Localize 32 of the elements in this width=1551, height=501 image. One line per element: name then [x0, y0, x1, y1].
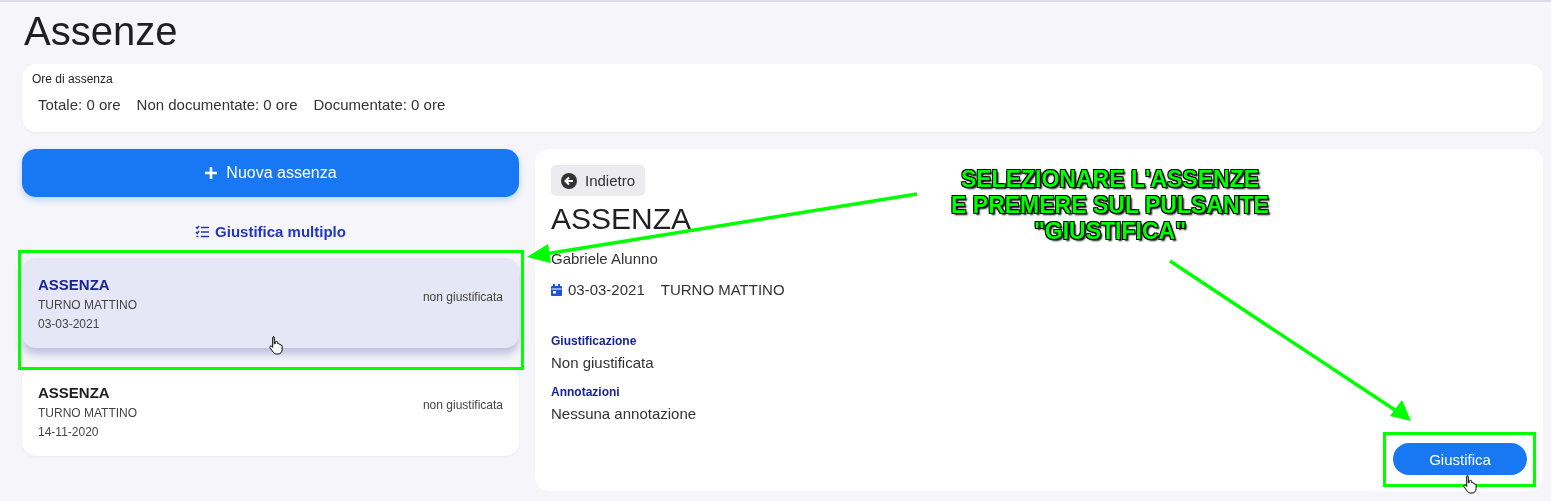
- checklist-icon: [195, 225, 210, 238]
- absence-status: non giustificata: [422, 290, 503, 304]
- absence-status: non giustificata: [422, 398, 503, 412]
- annotation-text: SELEZIONARE L'ASSENZE E PREMERE SUL PULSANTE "GIUSTIFICA": [950, 166, 1270, 244]
- detail-title: ASSENZA: [551, 202, 692, 236]
- detail-date: 03-03-2021: [568, 281, 645, 298]
- page-title: Assenze: [24, 8, 179, 55]
- back-button[interactable]: Indietro: [551, 165, 646, 196]
- section-label: Annotazioni: [551, 385, 620, 399]
- absence-title: ASSENZA: [38, 275, 111, 293]
- section-label: Giustificazione: [551, 334, 637, 348]
- absence-title: ASSENZA: [38, 383, 111, 401]
- section-value: Non giustificata: [551, 354, 654, 371]
- absence-card[interactable]: ASSENZA TURNO MATTINO 14-11-2020 non giustificata: [22, 366, 519, 456]
- hand-cursor-icon: [268, 335, 284, 355]
- absence-date: 03-03-2021: [38, 316, 101, 331]
- summary-item: Non documentate: 0 ore: [136, 96, 298, 113]
- absence-card[interactable]: ASSENZA TURNO MATTINO 03-03-2021 non giustificata: [22, 258, 519, 348]
- plus-icon: [204, 166, 219, 180]
- justify-multiple-link[interactable]: Giustifica multiplo: [195, 223, 346, 240]
- justify-button[interactable]: Giustifica: [1393, 443, 1527, 475]
- summary-item: Totale: 0 ore: [38, 96, 121, 113]
- detail-shift: TURNO MATTINO: [660, 281, 785, 298]
- summary-label: Ore di assenza: [32, 72, 114, 86]
- absence-shift: TURNO MATTINO: [38, 405, 138, 420]
- absence-date: 14-11-2020: [38, 424, 100, 439]
- calendar-icon: [551, 283, 562, 296]
- new-absence-button[interactable]: Nuova assenza: [22, 149, 519, 197]
- section-value: Nessuna annotazione: [551, 405, 697, 422]
- student-name: Gabriele Alunno: [551, 250, 658, 267]
- summary-item: Documentate: 0 ore: [313, 96, 446, 113]
- absence-shift: TURNO MATTINO: [38, 297, 138, 312]
